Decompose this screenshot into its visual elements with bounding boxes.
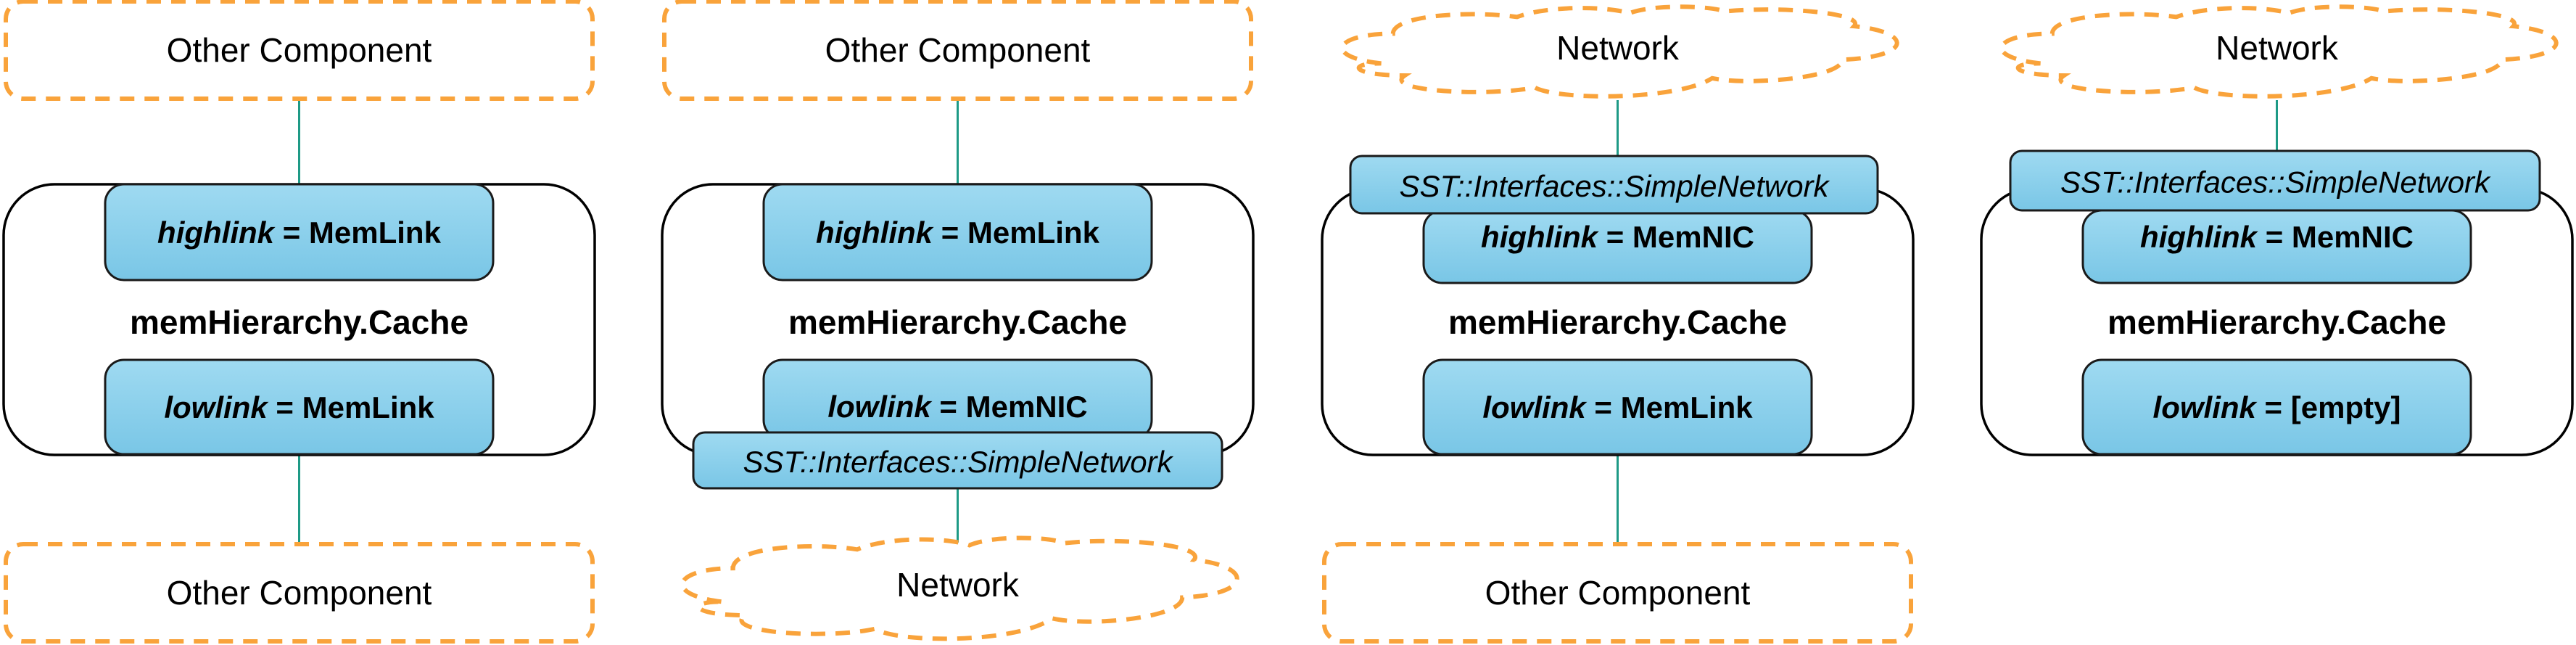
lowlink-label-value: MemLink bbox=[1621, 390, 1754, 424]
lowlink-label-equals: = bbox=[2256, 390, 2291, 424]
lowlink-label-equals: = bbox=[268, 390, 302, 424]
simple-network-interface-label: SST::Interfaces::SimpleNetwork bbox=[1399, 169, 1830, 203]
bottom-external-label: Other Component bbox=[167, 574, 432, 612]
simple-network-interface-label: SST::Interfaces::SimpleNetwork bbox=[743, 445, 1173, 479]
lowlink-label: lowlink = MemLink bbox=[164, 390, 434, 424]
config-panel-1: Other Component Other Component highlink =… bbox=[2, 0, 596, 644]
lowlink-label-value: MemLink bbox=[302, 390, 435, 424]
lowlink-label-value: MemNIC bbox=[966, 390, 1088, 424]
simple-network-interface-label: SST::Interfaces::SimpleNetwork bbox=[2060, 165, 2491, 200]
lowlink-label-name: lowlink bbox=[827, 390, 933, 424]
component-title: memHierarchy.Cache bbox=[2108, 303, 2446, 341]
top-external-label: Network bbox=[1556, 29, 1680, 67]
highlink-label-name: highlink bbox=[816, 215, 935, 250]
highlink-label-value: MemNIC bbox=[1632, 220, 1754, 254]
config-panel-4: Network highlink = MemNIC memHierarchy.Cac… bbox=[1980, 4, 2574, 456]
component-title: memHierarchy.Cache bbox=[130, 303, 468, 341]
highlink-label: highlink = MemLink bbox=[816, 215, 1100, 250]
highlink-label-equals: = bbox=[1598, 220, 1632, 254]
lowlink-label-name: lowlink bbox=[2153, 390, 2258, 424]
component-title: memHierarchy.Cache bbox=[788, 303, 1127, 341]
top-external-label: Other Component bbox=[167, 31, 432, 69]
lowlink-label-name: lowlink bbox=[1482, 390, 1588, 424]
lowlink-label: lowlink = [empty] bbox=[2153, 390, 2401, 424]
bottom-external-label: Other Component bbox=[1485, 574, 1751, 612]
top-external-label: Network bbox=[2216, 29, 2339, 67]
lowlink-label: lowlink = MemNIC bbox=[827, 390, 1087, 424]
lowlink-label-name: lowlink bbox=[164, 390, 269, 424]
highlink-label-value: MemNIC bbox=[2292, 220, 2414, 254]
config-panel-2: Other Component Network highlink = MemLink… bbox=[661, 0, 1255, 641]
highlink-label-name: highlink bbox=[1481, 220, 1600, 254]
highlink-label: highlink = MemNIC bbox=[1481, 220, 1754, 254]
highlink-label-equals: = bbox=[933, 215, 967, 250]
highlink-label-name: highlink bbox=[2140, 220, 2259, 254]
config-panel-3: Network Other Component highlink = MemNIC m… bbox=[1321, 4, 1915, 644]
highlink-label-name: highlink bbox=[157, 215, 276, 250]
memhierarchy-cache-configurations-diagram: Other Component Other Component highlink =… bbox=[2, 0, 2574, 644]
lowlink-label: lowlink = MemLink bbox=[1482, 390, 1753, 424]
component-title: memHierarchy.Cache bbox=[1448, 303, 1787, 341]
highlink-label-equals: = bbox=[2257, 220, 2292, 254]
top-external-label: Other Component bbox=[825, 31, 1091, 69]
highlink-label: highlink = MemNIC bbox=[2140, 220, 2414, 254]
highlink-label-equals: = bbox=[274, 215, 309, 250]
lowlink-label-value: [empty] bbox=[2291, 390, 2401, 424]
highlink-label: highlink = MemLink bbox=[157, 215, 442, 250]
highlink-label-value: MemLink bbox=[309, 215, 442, 250]
lowlink-label-equals: = bbox=[931, 390, 966, 424]
lowlink-label-equals: = bbox=[1586, 390, 1621, 424]
highlink-label-value: MemLink bbox=[967, 215, 1100, 250]
bottom-external-label: Network bbox=[896, 566, 1020, 604]
